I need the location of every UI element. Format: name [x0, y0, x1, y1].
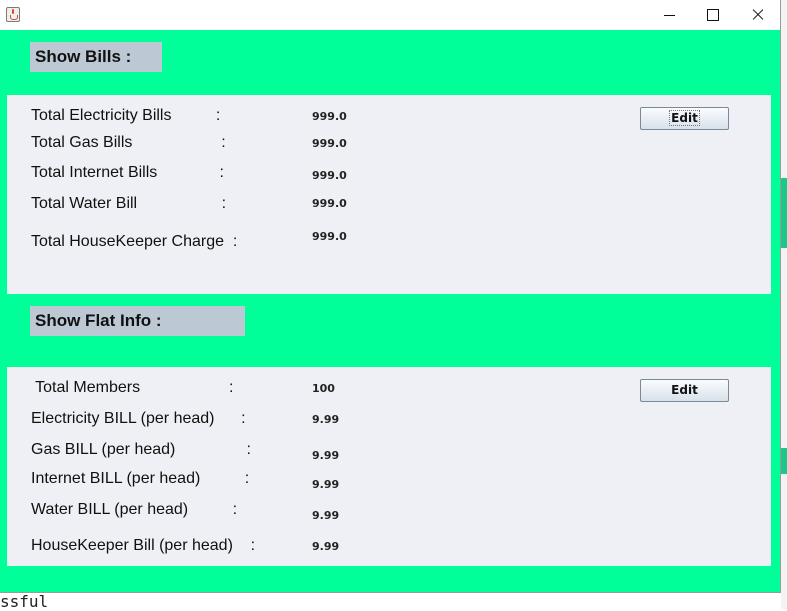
total-internet-bills-label: Total Internet Bills : [31, 164, 224, 181]
total-housekeeper-charge-value: 999.0 [312, 230, 347, 243]
show-bills-header: Show Bills : [30, 42, 162, 72]
background-app-fragment [781, 178, 787, 248]
total-housekeeper-charge-label: Total HouseKeeper Charge : [31, 233, 238, 250]
edit-flat-info-button-label: Edit [671, 383, 698, 397]
total-gas-bills-value: 999.0 [312, 137, 347, 150]
title-bar [0, 0, 780, 30]
maximize-icon[interactable] [690, 0, 736, 30]
gas-bill-per-head-label: Gas BILL (per head) : [31, 441, 251, 458]
total-internet-bills-value: 999.0 [312, 169, 347, 182]
total-water-bill-label: Total Water Bill : [31, 195, 227, 212]
close-icon[interactable] [735, 0, 781, 30]
housekeeper-bill-per-head-label: HouseKeeper Bill (per head) : [31, 537, 256, 554]
total-members-label: Total Members : [31, 379, 234, 396]
internet-bill-per-head-value: 9.99 [312, 478, 340, 491]
gas-bill-per-head-value: 9.99 [312, 449, 340, 462]
total-electricity-bills-value: 999.0 [312, 110, 347, 123]
total-electricity-bills-label: Total Electricity Bills : [31, 107, 221, 124]
total-water-bill-value: 999.0 [312, 197, 347, 210]
show-flat-info-header: Show Flat Info : [30, 306, 245, 336]
flat-info-panel: Total Members : 100 Electricity BILL (pe… [7, 367, 771, 566]
java-app-icon[interactable] [6, 7, 20, 22]
main-content: Show Bills : Total Electricity Bills : 9… [0, 30, 780, 592]
edit-bills-button[interactable]: Edit [640, 107, 729, 130]
background-app-fragment [781, 448, 787, 474]
internet-bill-per-head-label: Internet BILL (per head) : [31, 470, 250, 487]
housekeeper-bill-per-head-value: 9.99 [312, 540, 340, 553]
water-bill-per-head-value: 9.99 [312, 509, 340, 522]
electricity-bill-per-head-value: 9.99 [312, 413, 340, 426]
minimize-icon[interactable] [646, 0, 692, 30]
electricity-bill-per-head-label: Electricity BILL (per head) : [31, 410, 246, 427]
edit-flat-info-button[interactable]: Edit [640, 379, 729, 402]
background-terminal-text: ssful [0, 592, 49, 611]
water-bill-per-head-label: Water BILL (per head) : [31, 501, 238, 518]
total-gas-bills-label: Total Gas Bills : [31, 134, 226, 151]
bills-panel: Total Electricity Bills : 999.0 Total Ga… [7, 95, 771, 294]
edit-bills-button-label: Edit [669, 110, 700, 126]
total-members-value: 100 [312, 382, 335, 395]
background-window-edge-right [781, 0, 787, 609]
app-window: Show Bills : Total Electricity Bills : 9… [0, 0, 781, 593]
